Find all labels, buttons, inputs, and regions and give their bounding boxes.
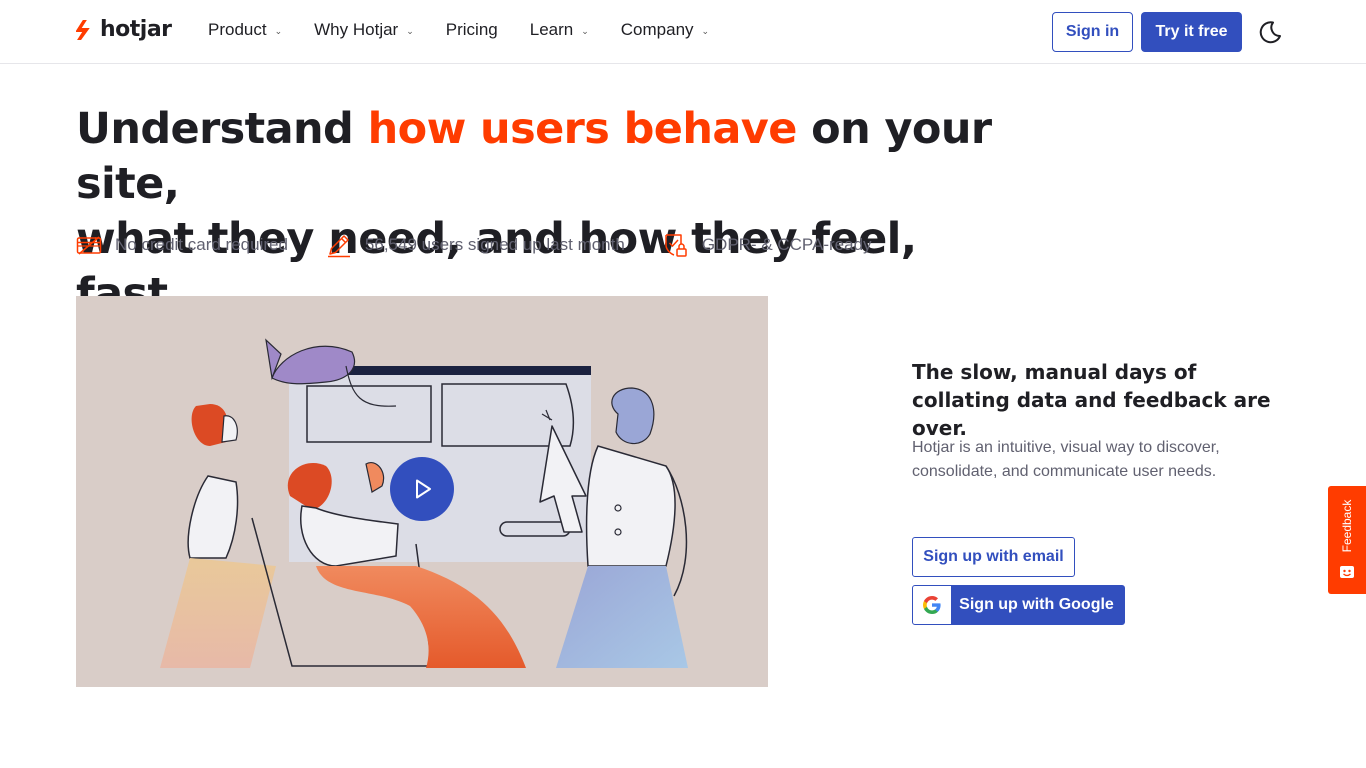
logo-wordmark: hotjar: [100, 17, 172, 42]
nav-item-why-hotjar[interactable]: Why Hotjar ⌄: [314, 20, 414, 40]
shield-check-lock-icon: [665, 234, 687, 257]
badge-text: GDPR- & CCPA-ready: [701, 235, 872, 254]
google-button-label: Sign up with Google: [959, 596, 1114, 613]
sign-up-email-button[interactable]: Sign up with email: [912, 537, 1075, 577]
credit-card-crossed-icon: [76, 236, 102, 255]
nav-item-product[interactable]: Product ⌄: [208, 20, 282, 40]
nav-item-learn[interactable]: Learn ⌄: [530, 20, 589, 40]
nav-label: Learn: [529, 20, 574, 39]
google-icon-box: [913, 586, 951, 624]
sign-up-google-button[interactable]: Sign up with Google: [912, 585, 1125, 625]
pencil-icon: [327, 235, 350, 258]
badge-text: No credit card required: [115, 235, 288, 254]
chevron-down-icon: ⌄: [581, 25, 589, 36]
signup-title: The slow, manual days of collating data …: [912, 360, 1271, 440]
nav-label: Pricing: [445, 20, 498, 39]
badge-no-credit-card: No credit card required: [76, 232, 288, 258]
badge-signups: 56,549 users signed up last month: [326, 232, 625, 258]
nav-item-company[interactable]: Company ⌄: [621, 20, 709, 40]
main-nav: Product ⌄ Why Hotjar ⌄ Pricing Learn ⌄ C…: [208, 20, 741, 40]
google-icon: [923, 596, 941, 614]
chevron-down-icon: ⌄: [406, 25, 414, 36]
nav-label: Company: [620, 20, 694, 39]
hero-video[interactable]: [76, 296, 768, 687]
chevron-down-icon: ⌄: [701, 25, 710, 36]
badge-text: 56,549 users signed up last month: [364, 235, 625, 254]
hero-headline: Understand how users behave on your site…: [76, 102, 1036, 322]
signup-description: Hotjar is an intuitive, visual way to di…: [912, 439, 1220, 480]
feedback-label: Feedback: [1340, 499, 1354, 553]
feedback-face-icon: [1340, 566, 1354, 578]
chevron-down-icon: ⌄: [274, 25, 283, 36]
play-button[interactable]: [390, 457, 454, 521]
nav-label: Product: [208, 20, 267, 39]
headline-part: Understand: [76, 104, 368, 154]
sign-in-button[interactable]: Sign in: [1052, 12, 1133, 52]
try-it-free-button[interactable]: Try it free: [1141, 12, 1242, 52]
headline-accent: how users behave: [367, 104, 798, 154]
trust-badges: No credit card required 56,549 users sig…: [76, 232, 910, 258]
badge-gdpr: GDPR- & CCPA-ready: [663, 232, 872, 258]
feedback-tab[interactable]: Feedback: [1328, 486, 1366, 594]
hotjar-logo-icon: [76, 19, 90, 40]
moon-icon[interactable]: [1256, 18, 1284, 46]
site-header: hotjar Product ⌄ Why Hotjar ⌄ Pricing Le…: [0, 0, 1366, 64]
hotjar-logo[interactable]: hotjar: [76, 17, 172, 42]
nav-label: Why Hotjar: [314, 20, 399, 39]
nav-item-pricing[interactable]: Pricing: [446, 20, 498, 40]
play-icon: [416, 479, 431, 499]
